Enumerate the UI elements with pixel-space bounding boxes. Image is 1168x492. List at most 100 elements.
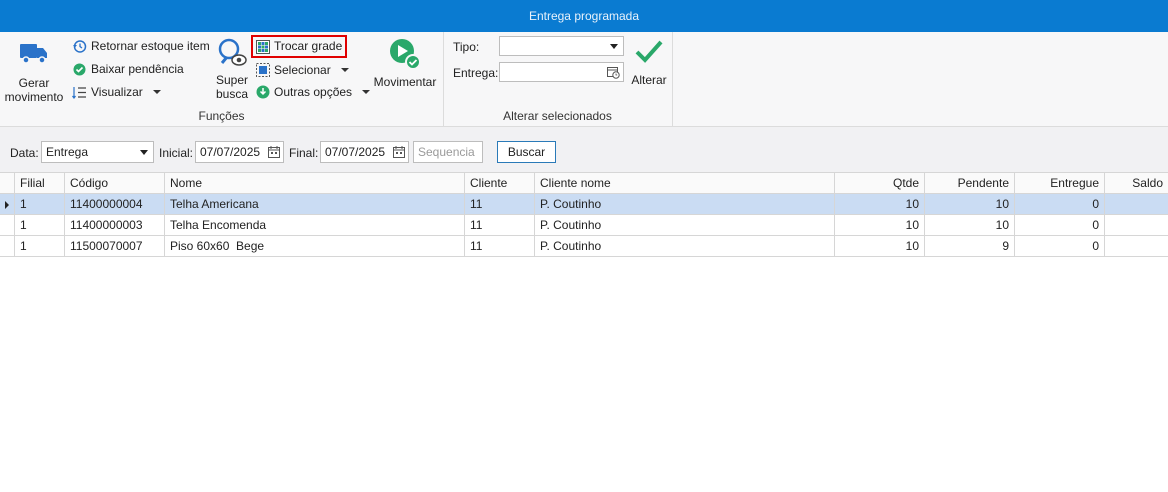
play-check-icon	[390, 39, 421, 70]
ribbon: Gerar movimento Retornar estoque item Ba…	[0, 32, 1168, 127]
cell-nome[interactable]: Telha Americana	[165, 194, 465, 215]
cell-qtde[interactable]: 10	[835, 215, 925, 236]
outras-opcoes-label: Outras opções	[274, 85, 353, 99]
column-header-cliente-nome[interactable]: Cliente nome	[535, 173, 835, 194]
chevron-down-icon[interactable]	[140, 150, 148, 155]
cell-entregue[interactable]: 0	[1015, 215, 1105, 236]
cell-saldo[interactable]	[1105, 194, 1168, 215]
visualizar-button[interactable]: Visualizar	[72, 83, 161, 101]
column-header-cliente[interactable]: Cliente	[465, 173, 535, 194]
entrega-date-input[interactable]	[499, 62, 624, 82]
column-header-filial[interactable]: Filial	[15, 173, 65, 194]
table-row[interactable]: 1 11400000003 Telha Encomenda 11 P. Cout…	[0, 215, 1168, 236]
column-header-nome[interactable]: Nome	[165, 173, 465, 194]
cell-cliente[interactable]: 11	[465, 236, 535, 257]
super-busca-button[interactable]: Super busca	[212, 36, 252, 101]
cell-filial[interactable]: 1	[15, 194, 65, 215]
row-indicator[interactable]	[0, 215, 15, 236]
cell-nome[interactable]: Telha Encomenda	[165, 215, 465, 236]
cell-codigo[interactable]: 11400000003	[65, 215, 165, 236]
super-busca-label-1: Super	[215, 73, 249, 87]
row-indicator[interactable]	[0, 194, 15, 215]
ribbon-separator	[672, 32, 673, 127]
cell-saldo[interactable]	[1105, 236, 1168, 257]
cell-entregue[interactable]: 0	[1015, 236, 1105, 257]
results-grid: Filial Código Nome Cliente Cliente nome …	[0, 173, 1168, 257]
cell-entregue[interactable]: 0	[1015, 194, 1105, 215]
checkmark-icon	[635, 40, 663, 63]
cell-codigo[interactable]: 11500070007	[65, 236, 165, 257]
check-circle-icon	[73, 63, 86, 75]
select-icon	[256, 63, 270, 77]
inicial-date-input[interactable]: 07/07/2025	[195, 141, 284, 163]
selecionar-label: Selecionar	[274, 63, 331, 77]
retornar-estoque-button[interactable]: Retornar estoque item	[72, 37, 210, 55]
tipo-select-value	[500, 39, 504, 53]
cell-cliente-nome[interactable]: P. Coutinho	[535, 236, 835, 257]
entrega-date-value	[500, 65, 504, 79]
chevron-down-icon[interactable]	[610, 44, 618, 49]
download-circle-icon	[256, 85, 270, 99]
movimentar-label: Movimentar	[373, 75, 437, 89]
inicial-date-value: 07/07/2025	[200, 145, 261, 159]
cell-pendente[interactable]: 9	[925, 236, 1015, 257]
cell-cliente-nome[interactable]: P. Coutinho	[535, 194, 835, 215]
column-header-saldo[interactable]: Saldo	[1105, 173, 1168, 194]
selecionar-button[interactable]: Selecionar	[256, 61, 349, 79]
data-select-value: Entrega	[46, 145, 89, 159]
gerar-movimento-label-1: Gerar	[18, 76, 50, 90]
retornar-estoque-label: Retornar estoque item	[91, 39, 210, 53]
gerar-movimento-label-2: movimento	[4, 90, 64, 104]
alterar-label: Alterar	[631, 73, 667, 87]
column-header-qtde[interactable]: Qtde	[835, 173, 925, 194]
data-select[interactable]: Entrega	[41, 141, 154, 163]
baixar-pendencia-label: Baixar pendência	[91, 62, 184, 76]
cell-saldo[interactable]	[1105, 215, 1168, 236]
outras-opcoes-button[interactable]: Outras opções	[256, 83, 371, 101]
current-row-arrow-icon	[5, 201, 9, 209]
row-indicator[interactable]	[0, 236, 15, 257]
chevron-down-icon	[362, 90, 371, 94]
alterar-button[interactable]: Alterar	[628, 38, 670, 87]
cell-filial[interactable]: 1	[15, 236, 65, 257]
calendar-clock-icon[interactable]	[607, 66, 620, 79]
cell-codigo[interactable]: 11400000004	[65, 194, 165, 215]
cell-nome[interactable]: Piso 60x60 Bege	[165, 236, 465, 257]
final-label: Final:	[289, 146, 319, 160]
column-header-codigo[interactable]: Código	[65, 173, 165, 194]
baixar-pendencia-button[interactable]: Baixar pendência	[72, 60, 184, 78]
calendar-icon[interactable]	[393, 146, 405, 158]
cell-filial[interactable]: 1	[15, 215, 65, 236]
final-date-input[interactable]: 07/07/2025	[320, 141, 409, 163]
tipo-label: Tipo:	[453, 40, 480, 54]
cell-cliente[interactable]: 11	[465, 215, 535, 236]
sequencia-input[interactable]: Sequencia	[413, 141, 483, 163]
visualizar-label: Visualizar	[91, 85, 143, 99]
window-title: Entrega programada	[0, 0, 1168, 32]
movimentar-button[interactable]: Movimentar	[370, 36, 440, 89]
tipo-select[interactable]	[499, 36, 624, 56]
cell-qtde[interactable]: 10	[835, 236, 925, 257]
chevron-down-icon	[152, 90, 161, 94]
filter-bar: Data: Entrega Inicial: 07/07/2025 Final:…	[0, 127, 1168, 173]
cell-pendente[interactable]: 10	[925, 215, 1015, 236]
cell-cliente[interactable]: 11	[465, 194, 535, 215]
cell-pendente[interactable]: 10	[925, 194, 1015, 215]
table-row[interactable]: 1 11400000004 Telha Americana 11 P. Cout…	[0, 194, 1168, 215]
column-header-entregue[interactable]: Entregue	[1015, 173, 1105, 194]
buscar-button[interactable]: Buscar	[497, 141, 556, 163]
entrega-label: Entrega:	[453, 66, 499, 80]
sequencia-placeholder: Sequencia	[418, 145, 475, 159]
cell-qtde[interactable]: 10	[835, 194, 925, 215]
trocar-grade-label: Trocar grade	[274, 39, 343, 53]
gerar-movimento-button[interactable]: Gerar movimento	[3, 40, 65, 104]
final-date-value: 07/07/2025	[325, 145, 386, 159]
calendar-icon[interactable]	[268, 146, 280, 158]
super-busca-label-2: busca	[215, 87, 249, 101]
column-header-pendente[interactable]: Pendente	[925, 173, 1015, 194]
chevron-down-icon	[340, 68, 349, 72]
cell-cliente-nome[interactable]: P. Coutinho	[535, 215, 835, 236]
data-label: Data:	[10, 146, 39, 160]
table-row[interactable]: 1 11500070007 Piso 60x60 Bege 11 P. Cout…	[0, 236, 1168, 257]
trocar-grade-button[interactable]: Trocar grade	[251, 35, 348, 58]
